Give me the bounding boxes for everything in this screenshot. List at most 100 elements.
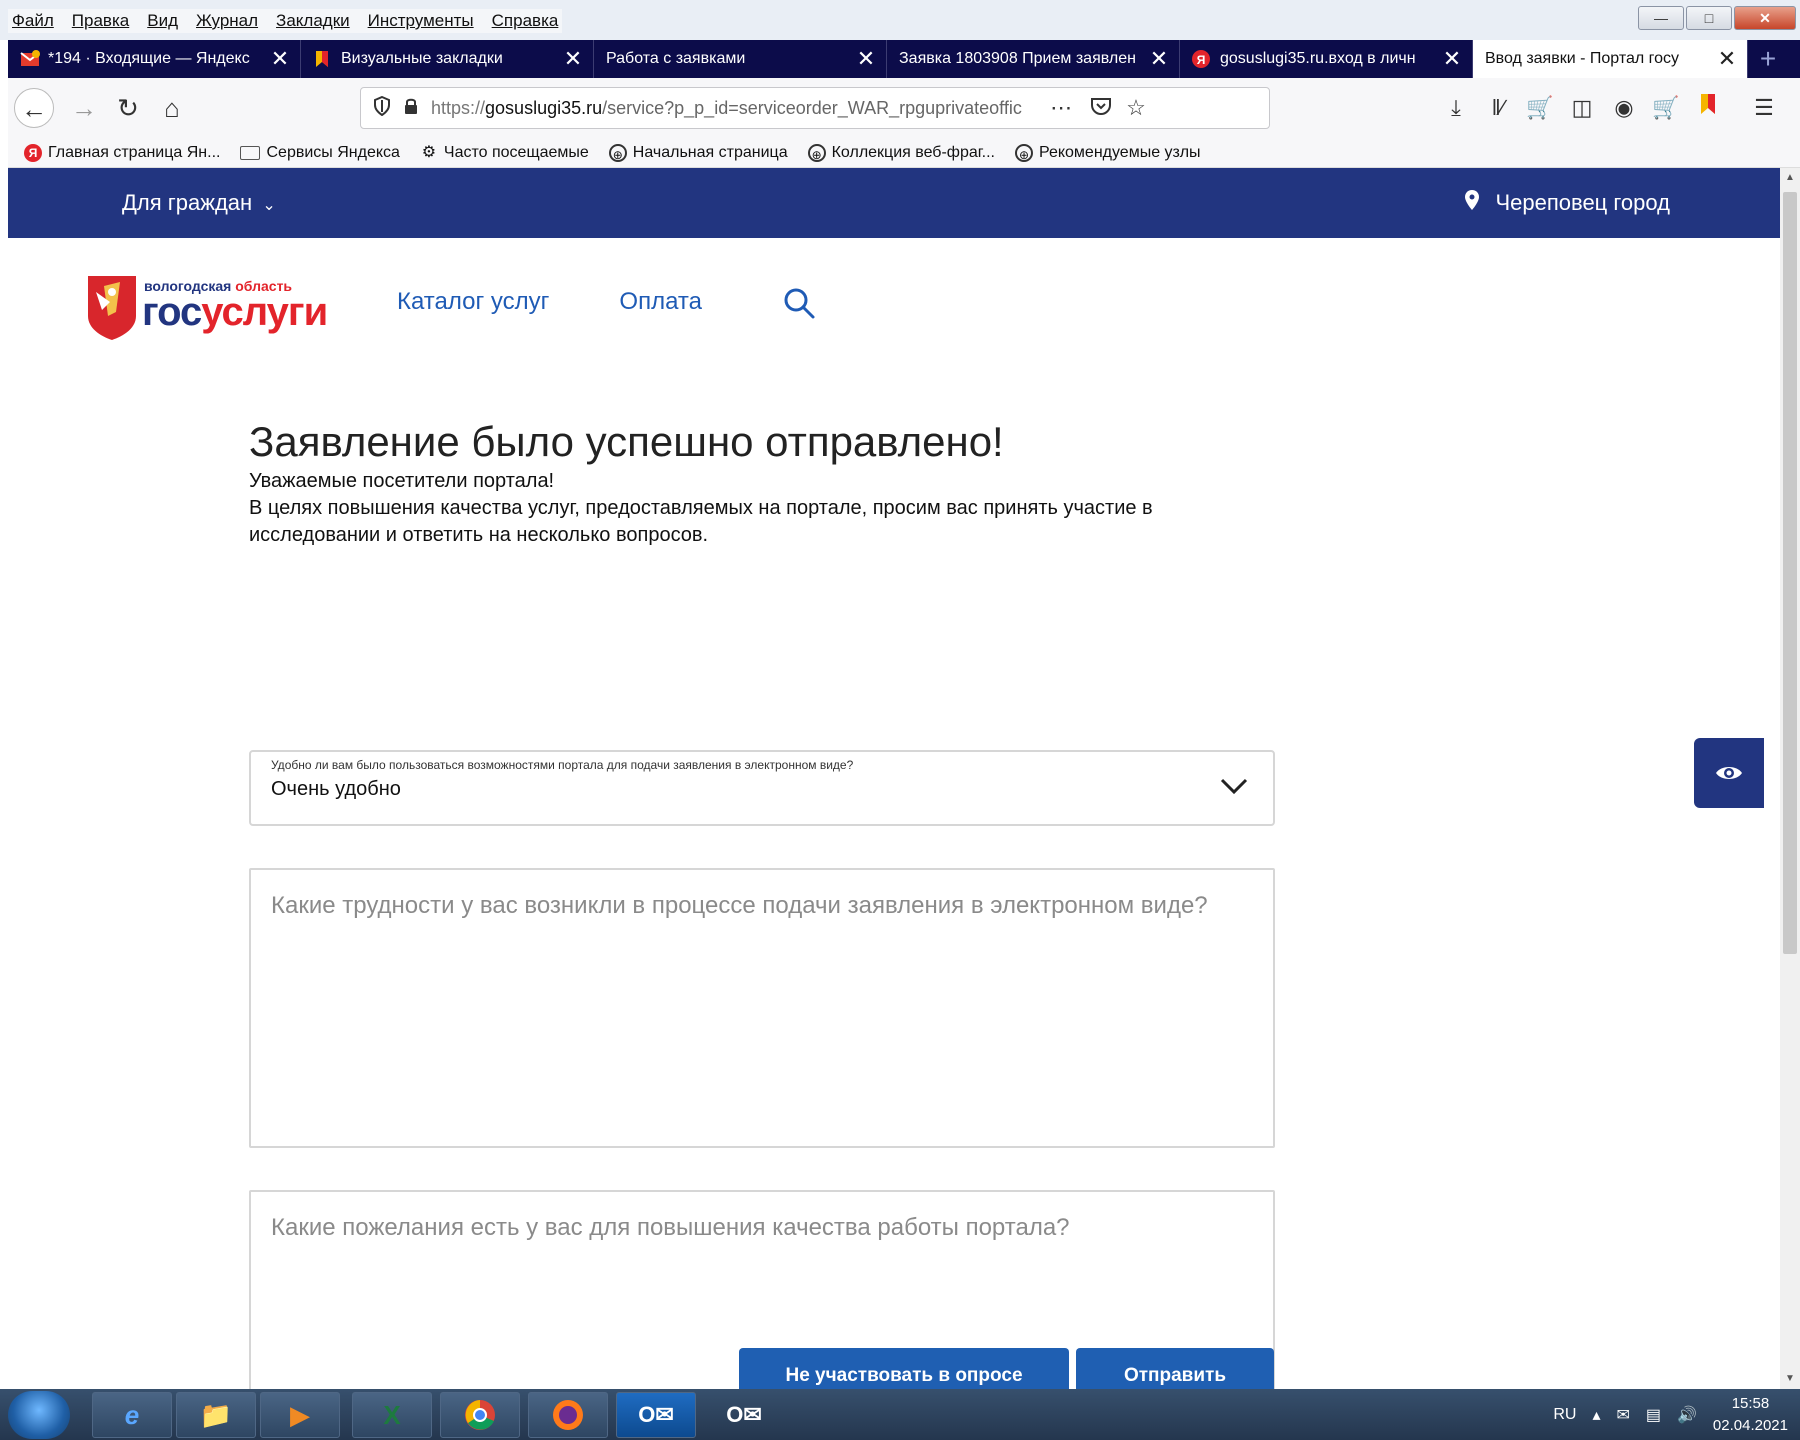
globe-icon: ⊕ <box>807 143 826 162</box>
bookmark-label: Коллекция веб-фраг... <box>831 143 995 161</box>
close-window-button[interactable]: ✕ <box>1734 6 1796 30</box>
menu-edit[interactable]: Правка <box>72 9 129 33</box>
submit-button[interactable]: Отправить <box>1076 1348 1274 1389</box>
yandex-icon: Я <box>1192 50 1212 68</box>
menu-bookmarks[interactable]: Закладки <box>276 9 350 33</box>
clock-date: 02.04.2021 <box>1712 1416 1788 1434</box>
menu-view[interactable]: Вид <box>147 9 178 33</box>
scrollbar-thumb[interactable] <box>1783 192 1797 954</box>
search-icon[interactable] <box>782 286 816 320</box>
bookmark-most-visited[interactable]: ⚙ Часто посещаемые <box>420 144 589 162</box>
accessibility-button[interactable] <box>1694 738 1764 808</box>
url-scheme: https:// <box>431 97 486 118</box>
tab-gosuslugi-login[interactable]: Я gosuslugi35.ru.вход в личн ✕ <box>1180 40 1473 78</box>
volume-icon[interactable]: 🔊 <box>1677 1405 1697 1425</box>
bookmark-web-slices[interactable]: ⊕ Коллекция веб-фраг... <box>807 143 995 162</box>
cart-icon[interactable]: 🛒 <box>1652 92 1680 124</box>
tab-title: Ввод заявки - Портал госу <box>1485 50 1680 67</box>
scroll-down-arrow-icon[interactable]: ▼ <box>1780 1369 1800 1389</box>
page-title: Заявление было успешно отправлено! <box>249 418 1004 465</box>
cart-icon[interactable]: 🛒 <box>1526 92 1554 124</box>
location-pin-icon <box>1465 190 1485 215</box>
clock[interactable]: 15:58 02.04.2021 <box>1713 1393 1788 1437</box>
menu-icon[interactable]: ☰ <box>1750 92 1778 124</box>
nav-payment-link[interactable]: Оплата <box>619 288 702 316</box>
home-icon[interactable]: ⌂ <box>152 88 192 128</box>
page-scrollbar[interactable]: ▲ ▼ <box>1780 168 1800 1389</box>
menu-history[interactable]: Журнал <box>196 9 258 33</box>
bookmark-suggested-sites[interactable]: ⊕ Рекомендуемые узлы <box>1014 143 1201 162</box>
bookmark-flag-icon <box>313 50 333 68</box>
menu-bar: Файл Правка Вид Журнал Закладки Инструме… <box>0 0 1800 40</box>
system-tray: RU ▴ ✉ ▤ 🔊 15:58 02.04.2021 <box>1553 1389 1788 1440</box>
sidebar-icon[interactable]: ◫ <box>1568 92 1596 124</box>
difficulties-textarea[interactable] <box>249 868 1275 1148</box>
menu-file[interactable]: Файл <box>12 9 54 33</box>
media-player-icon[interactable]: ▶ <box>260 1392 340 1438</box>
menu-help[interactable]: Справка <box>492 9 559 33</box>
chevron-down-icon: ⌄ <box>262 197 276 214</box>
chrome-icon[interactable] <box>440 1392 520 1438</box>
reload-button[interactable]: ↻ <box>108 88 148 128</box>
convenience-select[interactable]: Удобно ли вам было пользоваться возможно… <box>249 750 1275 826</box>
tab-request-input[interactable]: Ввод заявки - Портал госу ✕ <box>1473 40 1748 78</box>
svg-text:Я: Я <box>1197 53 1206 67</box>
intro-greeting: Уважаемые посетители портала! <box>249 470 555 493</box>
nav-catalog-link[interactable]: Каталог услуг <box>397 288 549 316</box>
forward-button[interactable]: → <box>64 88 104 128</box>
tray-expand-icon[interactable]: ▴ <box>1592 1405 1600 1425</box>
bookmark-yandex-services[interactable]: Сервисы Яндекса <box>240 144 400 162</box>
gear-icon: ⚙ <box>421 143 437 161</box>
skip-survey-button[interactable]: Не участвовать в опросе <box>739 1348 1069 1389</box>
minimize-button[interactable]: — <box>1638 6 1684 30</box>
start-button[interactable] <box>8 1391 70 1439</box>
bookmark-yandex-home[interactable]: Я Главная страница Ян... <box>24 143 220 162</box>
ie-icon[interactable]: e <box>92 1392 172 1438</box>
firefox-icon[interactable] <box>528 1392 608 1438</box>
outlook-icon[interactable]: O✉ <box>704 1392 784 1438</box>
url-bar[interactable]: https:// gosuslugi35.ru /service?p_p_id=… <box>360 87 1270 129</box>
tab-title: Визуальные закладки <box>341 50 503 67</box>
tab-close-icon[interactable]: ✕ <box>1149 46 1169 72</box>
tab-close-icon[interactable]: ✕ <box>856 46 876 72</box>
lock-icon[interactable] <box>403 97 419 120</box>
site-logo[interactable]: вологодская область госуслуги <box>86 272 346 342</box>
tab-close-icon[interactable]: ✕ <box>563 46 583 72</box>
new-tab-icon[interactable]: + <box>1748 40 1788 78</box>
bookmark-label: Часто посещаемые <box>443 143 589 161</box>
tab-request-1803908[interactable]: Заявка 1803908 Прием заявлен ✕ <box>887 40 1180 78</box>
scroll-up-arrow-icon[interactable]: ▲ <box>1780 168 1800 188</box>
tab-title: Работа с заявками <box>606 50 746 67</box>
account-icon[interactable]: ◉ <box>1610 92 1638 124</box>
library-icon[interactable]: ‖∕ <box>1484 92 1512 124</box>
page-actions-icon[interactable]: ⋯ <box>1050 95 1072 121</box>
tab-visual-bookmarks[interactable]: Визуальные закладки ✕ <box>301 40 594 78</box>
tab-close-icon[interactable]: ✕ <box>1442 46 1462 72</box>
file-explorer-icon[interactable]: 📁 <box>176 1392 256 1438</box>
city-selector[interactable]: Череповец город <box>1465 190 1670 216</box>
citizens-dropdown[interactable]: Для граждан ⌄ <box>122 190 276 216</box>
select-value: Очень удобно <box>271 778 401 800</box>
tab-title: Заявка 1803908 Прием заявлен <box>899 50 1136 67</box>
url-path: /service?p_p_id=serviceorder_WAR_rpgupri… <box>602 97 1023 118</box>
maximize-button[interactable]: □ <box>1686 6 1732 30</box>
outlook-icon[interactable]: O✉ <box>616 1392 696 1438</box>
downloads-icon[interactable]: ⤓ <box>1442 92 1470 124</box>
back-button[interactable]: ← <box>14 88 54 128</box>
star-icon[interactable]: ☆ <box>1126 95 1146 121</box>
tab-bar: *194 · Входящие — Яндекс ✕ Визуальные за… <box>8 40 1800 78</box>
tab-close-icon[interactable]: ✕ <box>1717 46 1737 72</box>
shield-icon[interactable] <box>373 95 391 121</box>
tab-mail[interactable]: *194 · Входящие — Яндекс ✕ <box>8 40 301 78</box>
menu-tools[interactable]: Инструменты <box>368 9 474 33</box>
tab-close-icon[interactable]: ✕ <box>270 46 290 72</box>
excel-icon[interactable]: X <box>352 1392 432 1438</box>
chevron-down-icon[interactable] <box>1219 774 1249 798</box>
mail-icon[interactable]: ✉ <box>1616 1405 1629 1425</box>
network-icon[interactable]: ▤ <box>1646 1405 1661 1425</box>
bookmark-start-page[interactable]: ⊕ Начальная страница <box>608 143 788 162</box>
bookmark-flag-icon[interactable] <box>1694 92 1722 124</box>
pocket-icon[interactable] <box>1090 96 1112 121</box>
language-indicator[interactable]: RU <box>1553 1406 1576 1424</box>
tab-requests[interactable]: Работа с заявками ✕ <box>594 40 887 78</box>
